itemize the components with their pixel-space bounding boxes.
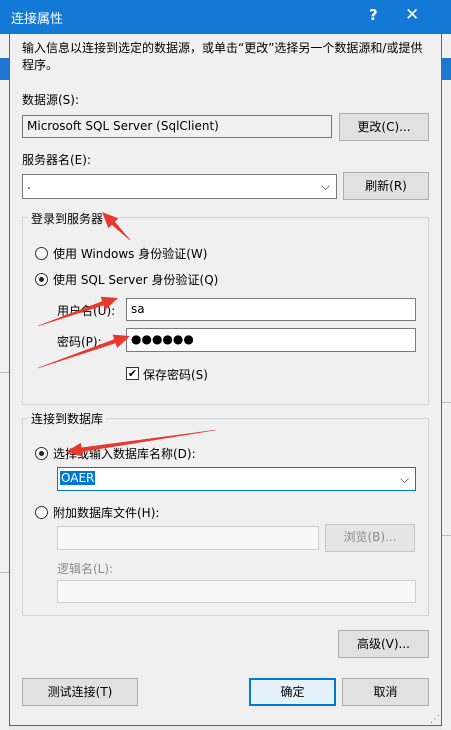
ok-button[interactable]: 确定 bbox=[249, 678, 336, 706]
background-header-strip-right bbox=[442, 58, 451, 80]
help-icon[interactable]: ? bbox=[369, 6, 378, 24]
background-divider bbox=[0, 572, 9, 573]
select-database-radio[interactable] bbox=[35, 447, 48, 460]
windows-auth-radio[interactable] bbox=[35, 247, 48, 260]
save-password-checkbox[interactable]: ✔ bbox=[126, 367, 139, 380]
username-value: sa bbox=[131, 302, 145, 316]
server-label: 服务器名(E): bbox=[22, 153, 91, 167]
change-button[interactable]: 更改(C)... bbox=[339, 113, 429, 141]
logical-name-input bbox=[57, 580, 416, 603]
username-label: 用户名(U): bbox=[57, 304, 116, 318]
resize-grip-icon[interactable]: ⋰ bbox=[430, 714, 440, 725]
sql-auth-radio[interactable] bbox=[35, 273, 48, 286]
server-value: . bbox=[27, 178, 31, 192]
login-legend: 登录到服务器 bbox=[28, 210, 107, 227]
background-header-strip bbox=[0, 58, 9, 80]
cancel-button[interactable]: 取消 bbox=[342, 678, 429, 706]
username-input[interactable]: sa bbox=[126, 298, 416, 321]
advanced-button[interactable]: 高级(V)... bbox=[338, 630, 429, 658]
test-connection-button[interactable]: 测试连接(T) bbox=[22, 678, 138, 706]
refresh-button[interactable]: 刷新(R) bbox=[343, 172, 429, 200]
browse-button: 浏览(B)... bbox=[325, 524, 415, 552]
database-value: OAER bbox=[60, 471, 96, 485]
attach-database-radio[interactable] bbox=[35, 506, 48, 519]
datasource-value: Microsoft SQL Server (SqlClient) bbox=[27, 119, 219, 133]
select-database-label[interactable]: 选择或输入数据库名称(D): bbox=[53, 445, 196, 462]
background-divider bbox=[442, 535, 451, 536]
background-divider bbox=[442, 402, 451, 403]
password-mask: ●●●●●● bbox=[131, 332, 194, 346]
save-password-label[interactable]: 保存密码(S) bbox=[143, 366, 208, 383]
dialog-title: 连接属性 bbox=[11, 12, 64, 27]
background-divider bbox=[0, 372, 9, 373]
password-label: 密码(P): bbox=[57, 335, 102, 349]
database-combobox[interactable]: OAER ⌵ bbox=[57, 467, 416, 491]
close-icon[interactable]: ✕ bbox=[405, 5, 419, 25]
sql-auth-label[interactable]: 使用 SQL Server 身份验证(Q) bbox=[53, 271, 218, 288]
datasource-field: Microsoft SQL Server (SqlClient) bbox=[22, 115, 332, 138]
windows-auth-label[interactable]: 使用 Windows 身份验证(W) bbox=[53, 245, 207, 262]
server-combobox[interactable]: . ⌵ bbox=[22, 174, 337, 199]
dialog-title-bar: 连接属性 ? ✕ bbox=[0, 0, 451, 34]
chevron-down-icon[interactable]: ⌵ bbox=[321, 179, 330, 194]
logical-name-label: 逻辑名(L): bbox=[57, 562, 114, 576]
datasource-label: 数据源(S): bbox=[22, 93, 80, 107]
attach-file-input bbox=[57, 526, 319, 550]
password-input[interactable]: ●●●●●● bbox=[126, 328, 416, 352]
background-window-right bbox=[442, 0, 451, 730]
chevron-down-icon[interactable]: ⌵ bbox=[400, 472, 409, 487]
background-window-left bbox=[0, 0, 9, 730]
attach-database-label[interactable]: 附加数据库文件(H): bbox=[53, 504, 159, 521]
intro-text: 输入信息以连接到选定的数据源，或单击“更改”选择另一个数据源和/或提供程序。 bbox=[22, 41, 423, 72]
database-legend: 连接到数据库 bbox=[28, 410, 107, 427]
